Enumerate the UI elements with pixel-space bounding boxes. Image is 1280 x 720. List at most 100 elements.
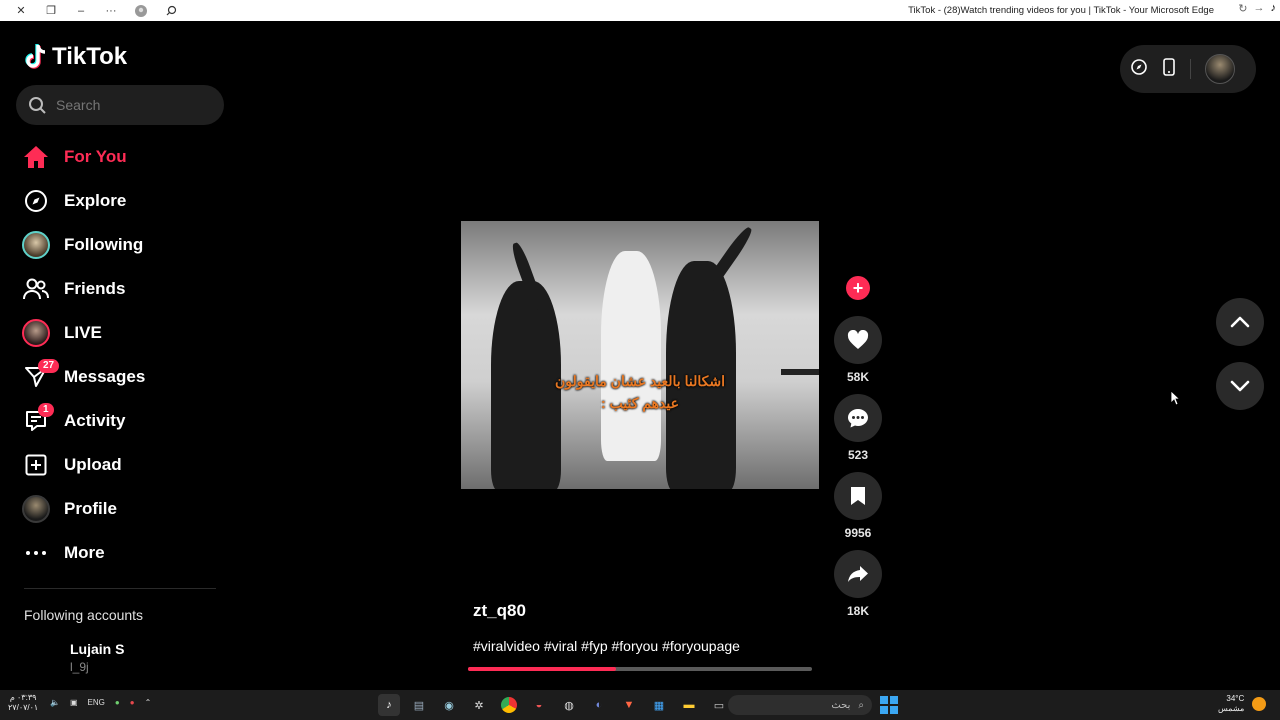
close-window-icon[interactable]: ✕ [6, 0, 36, 21]
sidebar-item-label: Messages [64, 367, 146, 386]
friends-icon [18, 271, 54, 307]
profile-icon[interactable] [126, 0, 156, 21]
send-icon: 27 [18, 359, 60, 395]
weather-widget[interactable]: 34°C مشمس [1218, 694, 1244, 714]
save-button[interactable] [834, 472, 882, 520]
messages-badge: 27 [38, 359, 60, 373]
live-avatar [18, 315, 54, 351]
app-icon[interactable]: ✲ [468, 694, 490, 716]
sidebar-item-label: More [64, 543, 105, 562]
account-name: Lujain S [70, 641, 125, 657]
tiktok-note-icon [25, 44, 46, 69]
keyboard-language[interactable]: ENG [88, 698, 105, 707]
comment-button[interactable] [834, 394, 882, 442]
clock-time: ٠٣:٣٩ م [9, 693, 37, 702]
volume-icon[interactable]: 🔈 [50, 698, 60, 707]
video-caption-line2: عيدهم كئيب : [601, 395, 679, 411]
following-account-item[interactable]: Lujain S l_9j [24, 641, 124, 674]
app-icon[interactable]: ▤ [408, 694, 430, 716]
search-icon: ⌕ [858, 699, 864, 711]
following-avatar [18, 227, 54, 263]
user-avatar[interactable] [1205, 54, 1235, 84]
save-count: 9956 [844, 526, 872, 540]
taskbar-search[interactable]: بحث ⌕ [728, 695, 872, 715]
app-name: TikTok [52, 43, 128, 70]
system-tray: 🔈 ▣ ENG ● ● ⌃ [50, 698, 151, 707]
browser-titlebar: ✕ ❐ – ··· TikTok - (28)Watch trending vi… [0, 0, 1280, 21]
app-icon[interactable]: ▭ [708, 694, 730, 716]
sidebar-item-upload[interactable]: Upload [18, 443, 228, 487]
brave-icon[interactable]: ▼ [618, 694, 640, 716]
share-count: 18K [846, 604, 869, 618]
like-action: 58K [834, 316, 882, 384]
weather-condition: مشمس [1218, 704, 1245, 713]
store-icon[interactable]: ▦ [648, 694, 670, 716]
taskbar-search-placeholder: بحث [831, 699, 851, 711]
sidebar-item-for-you[interactable]: For You [18, 135, 228, 179]
zoom-icon[interactable] [156, 0, 186, 21]
chevron-down-icon [1230, 380, 1250, 392]
app-icon[interactable]: ◍ [558, 694, 580, 716]
activity-badge: 1 [38, 403, 54, 417]
search-input[interactable] [56, 97, 206, 113]
sidebar-item-label: For You [64, 147, 127, 166]
tray-app-icon[interactable]: ● [130, 698, 135, 707]
comment-action: 523 [834, 394, 882, 462]
video-progress-bar[interactable] [468, 667, 812, 671]
file-explorer-icon[interactable]: ▬ [678, 694, 700, 716]
taskbar-apps: ♪ ▤ ◉ ✲ ◒ ◍ ◐ ▼ ▦ ▬ ▭ [378, 694, 730, 716]
refresh-icon[interactable]: ↻ [1238, 2, 1247, 15]
share-button[interactable] [834, 550, 882, 598]
share-action: 18K [834, 550, 882, 618]
profile-avatar [18, 491, 54, 527]
sidebar-item-label: Explore [64, 191, 127, 210]
sidebar-item-messages[interactable]: 27 Messages [18, 355, 228, 399]
heart-icon [847, 330, 869, 349]
tiktok-tab-icon[interactable]: ♪ [1271, 2, 1277, 15]
sidebar-item-following[interactable]: Following [18, 223, 228, 267]
clock[interactable]: ٠٣:٣٩ م ٢٧/٠٧/٠١ [8, 693, 38, 713]
search-icon [29, 97, 46, 114]
more-options-icon[interactable]: ··· [96, 0, 126, 21]
chevron-up-icon [1230, 316, 1250, 328]
compass-icon [18, 183, 54, 219]
tiktok-logo[interactable]: TikTok [24, 43, 127, 71]
sidebar-item-explore[interactable]: Explore [18, 179, 228, 223]
account-handle: l_9j [70, 660, 89, 674]
sidebar-item-more[interactable]: More [18, 531, 228, 575]
video-username[interactable]: zt_q80 [473, 601, 526, 621]
discord-icon[interactable]: ◐ [588, 694, 610, 716]
chrome-icon[interactable] [498, 694, 520, 716]
sidebar-item-live[interactable]: LIVE [18, 311, 228, 355]
sidebar-item-label: Following [64, 235, 144, 254]
steam-icon[interactable]: ◉ [438, 694, 460, 716]
previous-video-button[interactable] [1216, 298, 1264, 346]
following-accounts-title: Following accounts [24, 607, 144, 623]
search-bar[interactable] [16, 85, 224, 125]
sidebar-item-label: LIVE [64, 323, 102, 342]
sun-icon [1252, 697, 1266, 711]
mobile-app-icon[interactable] [1162, 57, 1176, 81]
video-caption-line1: اشكالنا بالعيد عشان مايقولون [555, 373, 725, 389]
minimize-window-icon[interactable]: – [66, 0, 96, 21]
tiktok-app-icon[interactable]: ♪ [378, 694, 400, 716]
microphone-icon[interactable]: ● [115, 698, 120, 707]
network-icon[interactable]: ▣ [70, 698, 78, 707]
explore-desktop-icon[interactable] [1130, 58, 1148, 81]
sidebar-item-profile[interactable]: Profile [18, 487, 228, 531]
follow-plus-button[interactable]: + [846, 276, 870, 300]
restore-window-icon[interactable]: ❐ [36, 0, 66, 21]
sidebar-item-label: Activity [64, 411, 126, 430]
windows-start-icon[interactable] [880, 696, 898, 714]
next-video-button[interactable] [1216, 362, 1264, 410]
app-icon[interactable]: ◒ [528, 694, 550, 716]
comment-icon [848, 409, 868, 428]
video-hashtags[interactable]: #viralvideo #viral #fyp #foryou #foryoup… [473, 638, 740, 654]
like-button[interactable] [834, 316, 882, 364]
sidebar-item-activity[interactable]: 1 Activity [18, 399, 228, 443]
sidebar-item-label: Friends [64, 279, 126, 298]
forward-icon[interactable]: → [1254, 2, 1265, 15]
sidebar-item-friends[interactable]: Friends [18, 267, 228, 311]
video-player[interactable]: اشكالنا بالعيد عشان مايقولون عيدهم كئيب … [461, 221, 819, 489]
chevron-up-icon[interactable]: ⌃ [145, 698, 152, 707]
